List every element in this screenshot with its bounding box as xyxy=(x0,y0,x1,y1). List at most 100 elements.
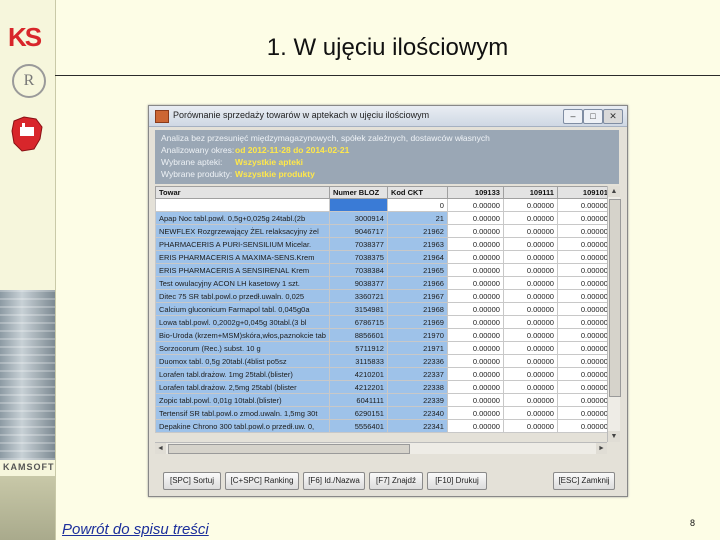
cell-name: ERIS PHARMACERIS A SENSIRENAL Krem xyxy=(155,263,330,277)
table-row-selected[interactable]: 0 0.00000 0.00000 0.00000 xyxy=(155,198,612,212)
column-header-pharmacy[interactable]: 109101 xyxy=(556,186,612,199)
close-button[interactable]: [ESC] Zamknij xyxy=(553,472,615,490)
sales-comparison-table: Towar Numer BLOZ Kod CKT 109133 109111 1… xyxy=(155,186,612,433)
cell-value: 0.00000 xyxy=(502,263,558,277)
cell-ckt: 21969 xyxy=(386,315,448,329)
scroll-left-arrow-icon[interactable]: ◄ xyxy=(155,443,166,454)
table-row[interactable]: Lowa tabl.powl. 0,2002g+0,045g 30tabl.(3… xyxy=(155,315,612,329)
sort-button[interactable]: [SPC] Sortuj xyxy=(163,472,221,490)
cell-name: Lorafen tabl.drażow. 2,5mg 25tabl (blist… xyxy=(155,380,330,394)
back-to-contents-link[interactable]: Powrót do spisu treści xyxy=(62,521,209,538)
cell-value: 0.00000 xyxy=(556,341,612,355)
vertical-scrollbar[interactable]: ▲ ▼ xyxy=(607,186,621,442)
info-row-pharmacies: Wybrane apteki: Wszystkie apteki xyxy=(161,157,303,167)
info-row-period: Analizowany okres:od 2012-11-28 do 2014-… xyxy=(161,145,349,155)
cell-value: 0.00000 xyxy=(556,276,612,290)
column-header-bloz[interactable]: Numer BLOZ xyxy=(328,186,388,199)
table-row[interactable]: ERIS PHARMACERIS A MAXIMA-SENS.Krem 70383… xyxy=(155,250,612,264)
table-row[interactable]: PHARMACERIS A PURI-SENSILIUM Micelar. 703… xyxy=(155,237,612,251)
column-header-ckt[interactable]: Kod CKT xyxy=(386,186,448,199)
scroll-right-arrow-icon[interactable]: ► xyxy=(596,443,607,454)
cell-bloz: 3000914 xyxy=(328,211,388,225)
cell-name: Tertensif SR tabl.powl.o zmod.uwaln. 1,5… xyxy=(155,406,330,420)
cell-value: 0.00000 xyxy=(446,211,504,225)
cell-ckt: 22338 xyxy=(386,380,448,394)
id-name-toggle-button[interactable]: [F6] Id./Nazwa xyxy=(303,472,365,490)
page-number: 8 xyxy=(690,518,696,528)
column-header-pharmacy[interactable]: 109111 xyxy=(502,186,558,199)
print-button[interactable]: [F10] Drukuj xyxy=(427,472,487,490)
cell-ckt: 21 xyxy=(386,211,448,225)
cell-value: 0.00000 xyxy=(446,354,504,368)
cell-ckt: 22339 xyxy=(386,393,448,407)
cell-value: 0.00000 xyxy=(502,250,558,264)
scroll-down-arrow-icon[interactable]: ▼ xyxy=(608,431,620,442)
table-row[interactable]: Test owulacyjny ACON LH kasetowy 1 szt. 9… xyxy=(155,276,612,290)
find-button[interactable]: [F7] Znajdź xyxy=(369,472,423,490)
cell-name: Bio-Uroda (krzem+MSM)skóra,włos,paznokci… xyxy=(155,328,330,342)
table-row[interactable]: NEWFLEX Rozgrzewający ŻEL relaksacyjny ż… xyxy=(155,224,612,238)
info-label: Wybrane produkty: xyxy=(161,169,233,179)
scroll-up-arrow-icon[interactable]: ▲ xyxy=(608,186,620,197)
table-row[interactable]: Lorafen tabl.drażow. 1mg 25tabl.(blister… xyxy=(155,367,612,381)
table-row[interactable]: ERIS PHARMACERIS A SENSIRENAL Krem 703838… xyxy=(155,263,612,277)
cell-ckt: 22340 xyxy=(386,406,448,420)
cell-bloz: 5556401 xyxy=(328,419,388,433)
info-value: od 2012-11-28 do 2014-02-21 xyxy=(235,145,350,155)
table-row[interactable]: Lorafen tabl.drażow. 2,5mg 25tabl (blist… xyxy=(155,380,612,394)
table-row[interactable]: Ditec 75 SR tabl.powl.o przedł.uwaln. 0,… xyxy=(155,289,612,303)
kamsoft-brand: KAMSOFT xyxy=(3,462,55,472)
cell-value: 0.00000 xyxy=(502,393,558,407)
cell-ckt: 21968 xyxy=(386,302,448,316)
horizontal-scrollbar[interactable]: ◄ ► xyxy=(155,442,607,454)
cell-ckt: 21964 xyxy=(386,250,448,264)
cell-value: 0.00000 xyxy=(446,393,504,407)
cell-value: 0.00000 xyxy=(446,198,504,212)
cell-value: 0.00000 xyxy=(502,315,558,329)
table-row[interactable]: Duomox tabl. 0,5g 20tabl.(4blist po5sz 31… xyxy=(155,354,612,368)
table-row[interactable]: Tertensif SR tabl.powl.o zmod.uwaln. 1,5… xyxy=(155,406,612,420)
table-row[interactable]: Sorzocorum (Rec.) subst. 10 g 5711912 2197… xyxy=(155,341,612,355)
cell-value: 0.00000 xyxy=(502,341,558,355)
function-key-bar: [SPC] Sortuj [C+SPC] Ranking [F6] Id./Na… xyxy=(155,472,619,490)
cell-value: 0.00000 xyxy=(446,380,504,394)
cell-bloz: 3360721 xyxy=(328,289,388,303)
cell-bloz: 9046717 xyxy=(328,224,388,238)
cell-name: Lowa tabl.powl. 0,2002g+0,045g 30tabl.(3… xyxy=(155,315,330,329)
info-row-products: Wybrane produkty: Wszystkie produkty xyxy=(161,169,315,179)
slide-title: 1. W ujęciu ilościowym xyxy=(266,34,509,61)
cell-name: Test owulacyjny ACON LH kasetowy 1 szt. xyxy=(155,276,330,290)
table-row[interactable]: Depakine Chrono 300 tabl.powl.o przedł.u… xyxy=(155,419,612,433)
window-title: Porównanie sprzedaży towarów w aptekach … xyxy=(173,110,430,120)
column-header-towar[interactable]: Towar xyxy=(155,186,330,199)
cell-bloz: 3154981 xyxy=(328,302,388,316)
table-row[interactable]: Bio-Uroda (krzem+MSM)skóra,włos,paznokci… xyxy=(155,328,612,342)
cell-value: 0.00000 xyxy=(446,237,504,251)
cell-ckt: 22337 xyxy=(386,367,448,381)
table-row[interactable]: Calcium gluconicum Farmapol tabl. 0,045g… xyxy=(155,302,612,316)
table-row[interactable]: Zopic tabl.powl. 0,01g 10tabl.(blister) 6… xyxy=(155,393,612,407)
window-titlebar[interactable]: Porównanie sprzedaży towarów w aptekach … xyxy=(149,106,627,127)
cell-bloz: 6290151 xyxy=(328,406,388,420)
cell-value: 0.00000 xyxy=(556,380,612,394)
info-label: Wybrane apteki: xyxy=(161,157,223,167)
cell-value: 0.00000 xyxy=(446,289,504,303)
column-header-pharmacy[interactable]: 109133 xyxy=(446,186,504,199)
table-row[interactable]: Apap Noc tabl.powl. 0,5g+0,025g 24tabl.(… xyxy=(155,211,612,225)
cell-value: 0.00000 xyxy=(446,419,504,433)
close-window-button[interactable]: ✕ xyxy=(603,109,623,124)
scroll-thumb[interactable] xyxy=(609,199,621,397)
ranking-button[interactable]: [C+SPC] Ranking xyxy=(225,472,299,490)
cell-bloz: 9038377 xyxy=(328,276,388,290)
cell-name xyxy=(155,198,330,212)
sidebar: KS R KAMSOFT xyxy=(0,0,56,540)
cell-value: 0.00000 xyxy=(556,419,612,433)
scroll-thumb[interactable] xyxy=(168,444,410,454)
cell-ckt: 21966 xyxy=(386,276,448,290)
maximize-button[interactable]: □ xyxy=(583,109,603,124)
cell-value: 0.00000 xyxy=(446,315,504,329)
cell-value: 0.00000 xyxy=(502,406,558,420)
cell-value: 0.00000 xyxy=(556,393,612,407)
cell-value: 0.00000 xyxy=(556,250,612,264)
minimize-button[interactable]: – xyxy=(563,109,583,124)
